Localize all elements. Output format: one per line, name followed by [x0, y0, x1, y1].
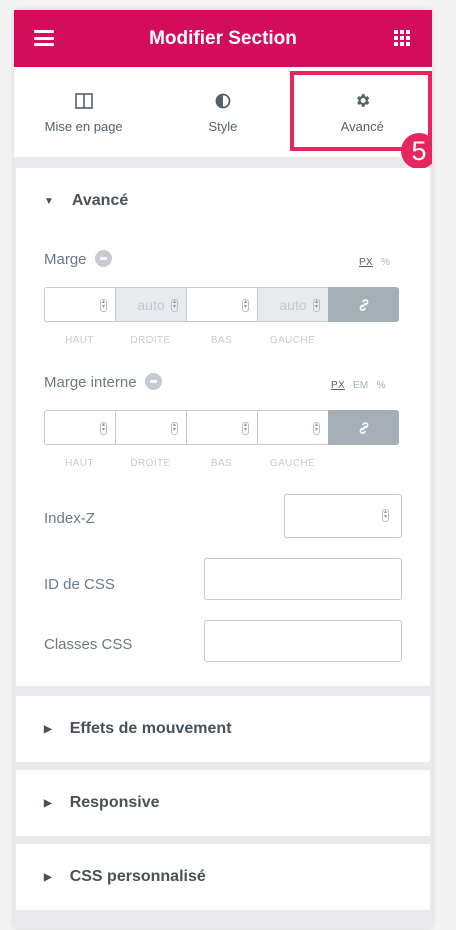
- responsive-section[interactable]: ▶ Responsive: [16, 770, 430, 836]
- padding-left-input[interactable]: ▴ ▾: [257, 410, 328, 445]
- link-icon: [359, 421, 368, 434]
- padding-units: PX EM%: [331, 380, 394, 391]
- section-title: Responsive: [69, 794, 160, 811]
- unit-percent[interactable]: %: [381, 257, 390, 268]
- responsive-toggle-icon[interactable]: [144, 372, 162, 390]
- menu-icon[interactable]: [34, 30, 54, 46]
- editor-panel: Modifier Section Mise en page Style Avan…: [14, 10, 432, 928]
- unit-px[interactable]: PX: [359, 257, 373, 268]
- spinner-icon[interactable]: ▴ ▾: [171, 299, 178, 312]
- css-classes-label: Classes CSS: [44, 636, 133, 653]
- contrast-icon: [215, 91, 231, 111]
- spinner-icon[interactable]: ▴ ▾: [382, 509, 389, 522]
- caret-right-icon: ▶: [44, 871, 52, 883]
- spinner-icon[interactable]: ▴ ▾: [242, 422, 249, 435]
- section-title: Effets de mouvement: [69, 720, 232, 737]
- section-title: Avancé: [71, 192, 129, 209]
- advanced-section-header[interactable]: ▼ Avancé: [16, 168, 430, 234]
- panel-header: Modifier Section: [14, 10, 432, 67]
- css-id-input[interactable]: [204, 558, 402, 600]
- margin-units: PX%: [359, 257, 398, 268]
- link-values-button[interactable]: [328, 287, 399, 322]
- columns-icon: [74, 91, 93, 111]
- padding-inputs: ▴ ▾ ▴ ▾ ▴ ▾ ▴ ▾: [44, 410, 399, 445]
- unit-percent[interactable]: %: [377, 380, 386, 391]
- annotation-step-badge: 5: [401, 133, 432, 169]
- spinner-icon[interactable]: ▴ ▾: [242, 299, 249, 312]
- margin-top-input[interactable]: ▴ ▾: [44, 287, 115, 322]
- spinner-icon[interactable]: ▴ ▾: [171, 422, 178, 435]
- responsive-toggle-icon[interactable]: [94, 249, 112, 267]
- motion-effects-section[interactable]: ▶ Effets de mouvement: [16, 696, 430, 762]
- css-id-label: ID de CSS: [44, 576, 115, 593]
- panel-title: Modifier Section: [149, 27, 297, 49]
- padding-bottom-input[interactable]: ▴ ▾: [186, 410, 257, 445]
- caret-right-icon: ▶: [44, 797, 52, 809]
- margin-side-labels: HAUT DROITE BAS GAUCHE: [65, 335, 316, 346]
- tab-label: Style: [208, 118, 238, 134]
- spinner-icon[interactable]: ▴ ▾: [313, 299, 320, 312]
- caret-right-icon: ▶: [44, 723, 52, 735]
- margin-right-input[interactable]: auto ▴ ▾: [115, 287, 186, 322]
- caret-down-icon: ▼: [44, 195, 54, 207]
- zindex-input[interactable]: ▴ ▾: [284, 494, 402, 538]
- margin-label: Marge: [44, 249, 112, 269]
- unit-em[interactable]: EM: [353, 380, 369, 391]
- margin-inputs: ▴ ▾ auto ▴ ▾ ▴ ▾ auto ▴ ▾: [44, 287, 399, 322]
- unit-px[interactable]: PX: [331, 380, 345, 391]
- custom-css-section[interactable]: ▶ CSS personnalisé: [16, 844, 430, 910]
- spinner-icon[interactable]: ▴ ▾: [100, 299, 107, 312]
- spinner-icon[interactable]: ▴ ▾: [313, 422, 320, 435]
- margin-bottom-input[interactable]: ▴ ▾: [186, 287, 257, 322]
- padding-label: Marge interne: [44, 372, 162, 392]
- zindex-label: Index-Z: [44, 510, 95, 527]
- tab-style[interactable]: Style: [153, 67, 292, 157]
- section-title: CSS personnalisé: [69, 868, 206, 885]
- css-classes-input[interactable]: [204, 620, 402, 662]
- padding-side-labels: HAUT DROITE BAS GAUCHE: [65, 458, 316, 469]
- link-icon: [359, 298, 368, 311]
- widgets-grid-icon[interactable]: [394, 30, 410, 46]
- link-values-button[interactable]: [328, 410, 399, 445]
- spinner-icon[interactable]: ▴ ▾: [100, 422, 107, 435]
- padding-right-input[interactable]: ▴ ▾: [115, 410, 186, 445]
- margin-left-input[interactable]: auto ▴ ▾: [257, 287, 328, 322]
- tab-label: Mise en page: [44, 118, 123, 134]
- tab-layout[interactable]: Mise en page: [14, 67, 153, 157]
- padding-top-input[interactable]: ▴ ▾: [44, 410, 115, 445]
